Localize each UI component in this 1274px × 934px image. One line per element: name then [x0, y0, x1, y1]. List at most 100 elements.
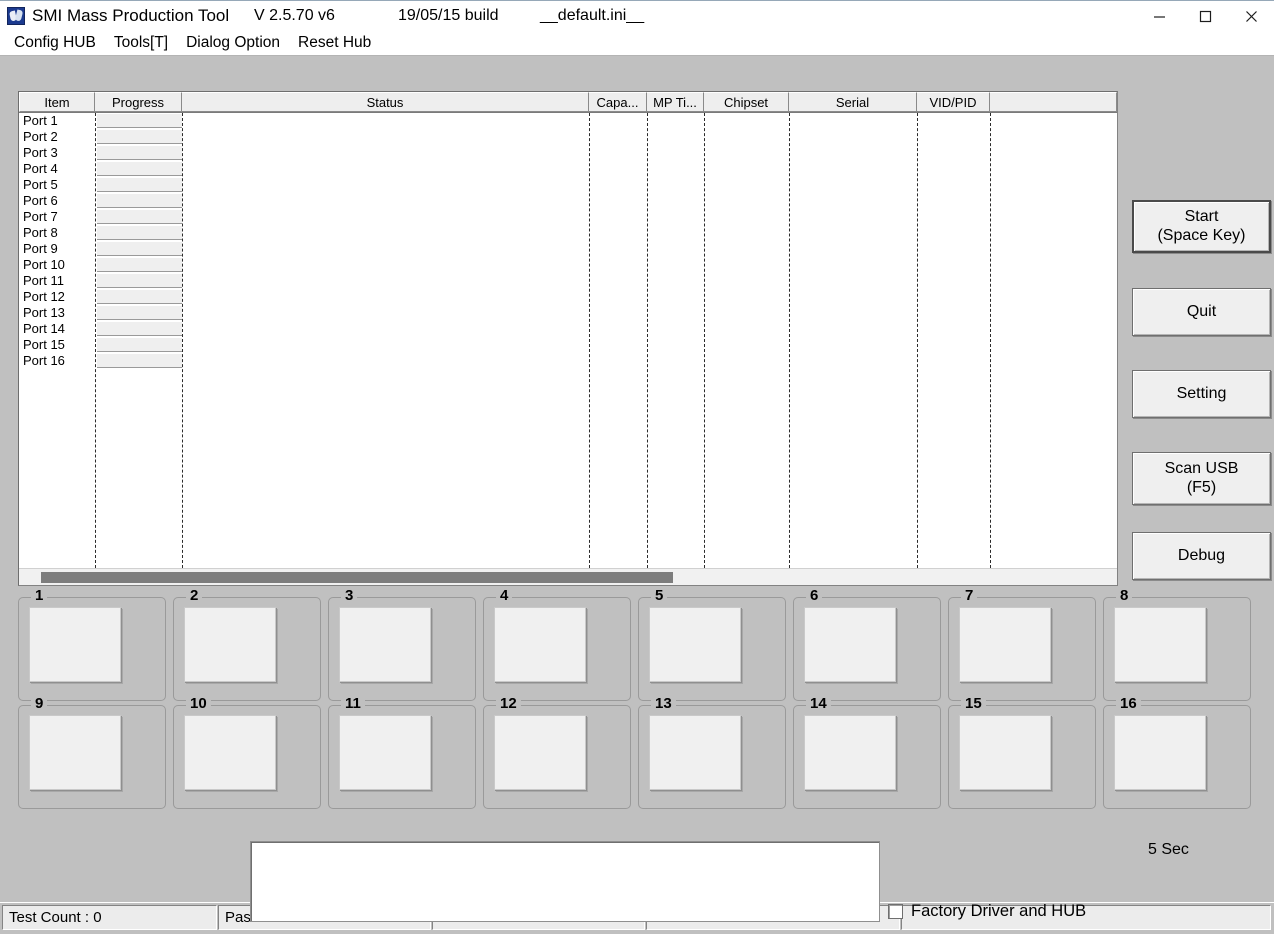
- table-row[interactable]: Port 16: [19, 353, 1117, 369]
- port-panel[interactable]: 11: [328, 705, 476, 809]
- port-panel-display[interactable]: [339, 607, 431, 682]
- port-panel[interactable]: 6: [793, 597, 941, 701]
- port-panel-display[interactable]: [959, 607, 1051, 682]
- row-progress-bar: [97, 210, 182, 224]
- grid-column-header[interactable]: VID/PID: [917, 92, 990, 112]
- table-row[interactable]: Port 9: [19, 241, 1117, 257]
- factory-driver-checkbox-row[interactable]: Factory Driver and HUB: [888, 902, 1086, 921]
- minimize-icon[interactable]: [1136, 1, 1182, 32]
- port-panel[interactable]: 3: [328, 597, 476, 701]
- grid-header-row: ItemProgressStatusCapa...MP Ti...Chipset…: [19, 92, 1117, 113]
- port-panel-row-2: 910111213141516: [18, 705, 1258, 809]
- row-progress-bar: [97, 338, 182, 352]
- close-icon[interactable]: [1228, 1, 1274, 32]
- table-row[interactable]: Port 3: [19, 145, 1117, 161]
- grid-horizontal-scrollbar[interactable]: [19, 568, 1117, 585]
- grid-body[interactable]: Port 1Port 2Port 3Port 4Port 5Port 6Port…: [19, 113, 1117, 568]
- grid-column-header[interactable]: Progress: [95, 92, 182, 112]
- port-panel-label: 13: [651, 696, 676, 712]
- debug-button-label: Debug: [1178, 547, 1225, 566]
- port-panel-label: 2: [186, 588, 202, 604]
- grid-column-header[interactable]: Capa...: [589, 92, 647, 112]
- port-panel[interactable]: 14: [793, 705, 941, 809]
- grid-column-header[interactable]: Item: [19, 92, 95, 112]
- row-item-label: Port 2: [19, 129, 95, 145]
- port-panel-display[interactable]: [184, 715, 276, 790]
- quit-button[interactable]: Quit: [1132, 288, 1271, 336]
- menu-item-reset-hub[interactable]: Reset Hub: [290, 32, 381, 55]
- port-panel-label: 5: [651, 588, 667, 604]
- status-test-count: Test Count : 0: [2, 905, 217, 930]
- port-panel[interactable]: 8: [1103, 597, 1251, 701]
- table-row[interactable]: Port 1: [19, 113, 1117, 129]
- start-button[interactable]: Start (Space Key): [1132, 200, 1271, 253]
- window-ini-label: __default.ini__: [540, 7, 644, 25]
- port-panel-label: 11: [341, 696, 365, 712]
- port-panel-display[interactable]: [649, 607, 741, 682]
- table-row[interactable]: Port 15: [19, 337, 1117, 353]
- scrollbar-thumb[interactable]: [41, 572, 673, 583]
- port-panel-label: 10: [186, 696, 211, 712]
- grid-column-header[interactable]: Chipset: [704, 92, 789, 112]
- maximize-icon[interactable]: [1182, 1, 1228, 32]
- setting-button[interactable]: Setting: [1132, 370, 1271, 418]
- start-button-label: Start: [1185, 208, 1219, 225]
- port-panel-label: 12: [496, 696, 521, 712]
- grid-column-header[interactable]: [990, 92, 1117, 112]
- port-panel[interactable]: 7: [948, 597, 1096, 701]
- grid-column-header[interactable]: Status: [182, 92, 589, 112]
- table-row[interactable]: Port 12: [19, 289, 1117, 305]
- table-row[interactable]: Port 6: [19, 193, 1117, 209]
- menu-item-config-hub[interactable]: Config HUB: [6, 32, 106, 55]
- port-panel-display[interactable]: [29, 607, 121, 682]
- factory-driver-checkbox[interactable]: [888, 904, 903, 919]
- table-row[interactable]: Port 11: [19, 273, 1117, 289]
- row-progress-bar: [97, 258, 182, 272]
- port-panel-display[interactable]: [494, 715, 586, 790]
- port-panel[interactable]: 12: [483, 705, 631, 809]
- menu-item-dialog-option[interactable]: Dialog Option: [178, 32, 290, 55]
- row-progress-bar: [97, 178, 182, 192]
- grid-column-header[interactable]: MP Ti...: [647, 92, 704, 112]
- row-item-label: Port 9: [19, 241, 95, 257]
- debug-button[interactable]: Debug: [1132, 532, 1271, 580]
- port-panel[interactable]: 5: [638, 597, 786, 701]
- row-progress-bar: [97, 146, 182, 160]
- port-panel-display[interactable]: [804, 607, 896, 682]
- table-row[interactable]: Port 5: [19, 177, 1117, 193]
- table-row[interactable]: Port 10: [19, 257, 1117, 273]
- menu-item-tools[interactable]: Tools[T]: [106, 32, 178, 55]
- grid-column-header[interactable]: Serial: [789, 92, 917, 112]
- port-panel-display[interactable]: [1114, 607, 1206, 682]
- port-panel[interactable]: 13: [638, 705, 786, 809]
- table-row[interactable]: Port 4: [19, 161, 1117, 177]
- row-progress-bar: [97, 274, 182, 288]
- port-panel[interactable]: 1: [18, 597, 166, 701]
- port-panel-display[interactable]: [1114, 715, 1206, 790]
- port-panel[interactable]: 4: [483, 597, 631, 701]
- port-panel-display[interactable]: [29, 715, 121, 790]
- port-panel-display[interactable]: [494, 607, 586, 682]
- port-panel[interactable]: 9: [18, 705, 166, 809]
- port-panel-display[interactable]: [804, 715, 896, 790]
- table-row[interactable]: Port 2: [19, 129, 1117, 145]
- scan-usb-button-label: Scan USB: [1165, 460, 1239, 477]
- table-row[interactable]: Port 7: [19, 209, 1117, 225]
- port-panel-display[interactable]: [339, 715, 431, 790]
- port-panel[interactable]: 16: [1103, 705, 1251, 809]
- table-row[interactable]: Port 14: [19, 321, 1117, 337]
- port-panel[interactable]: 15: [948, 705, 1096, 809]
- row-item-label: Port 12: [19, 289, 95, 305]
- row-progress-bar: [97, 322, 182, 336]
- table-row[interactable]: Port 13: [19, 305, 1117, 321]
- port-panel[interactable]: 10: [173, 705, 321, 809]
- scan-usb-button[interactable]: Scan USB (F5): [1132, 452, 1271, 505]
- port-panel-label: 3: [341, 588, 357, 604]
- table-row[interactable]: Port 8: [19, 225, 1117, 241]
- log-textarea[interactable]: [250, 841, 880, 922]
- port-panel-display[interactable]: [959, 715, 1051, 790]
- port-panel-display[interactable]: [649, 715, 741, 790]
- port-panel[interactable]: 2: [173, 597, 321, 701]
- port-panel-display[interactable]: [184, 607, 276, 682]
- row-progress-bar: [97, 130, 182, 144]
